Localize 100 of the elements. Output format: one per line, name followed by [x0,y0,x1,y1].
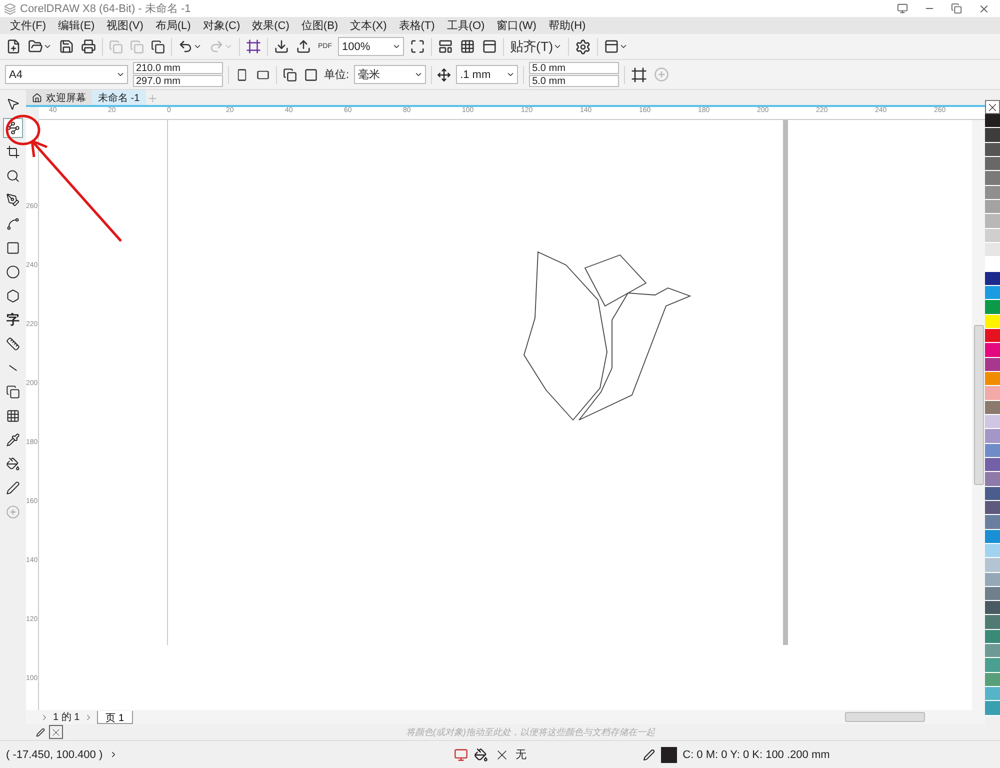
color-swatch[interactable] [985,171,1000,186]
color-swatch[interactable] [985,586,1000,602]
color-swatch[interactable] [985,372,1000,386]
color-swatch[interactable] [985,242,1000,258]
page-size-dropdown[interactable]: A4 [5,65,128,84]
rulers-button[interactable] [437,38,454,55]
menu-item[interactable]: 文件(F) [4,17,52,34]
duplicate-y-field[interactable]: 5.0 mm [529,75,620,87]
color-swatch[interactable] [985,429,1000,444]
color-swatch[interactable] [985,128,1000,143]
color-swatch[interactable] [985,214,1000,229]
zoom-icon [6,169,20,183]
print-button[interactable] [80,38,97,55]
page-icon [304,68,318,82]
open-button[interactable] [27,38,53,55]
color-swatch[interactable] [985,358,1000,372]
color-swatch[interactable] [985,558,1000,572]
color-swatch[interactable] [985,314,1000,329]
no-color-swatch[interactable] [49,725,63,739]
no-color-swatch[interactable] [985,100,1000,114]
width-field[interactable]: 210.0 mm [133,62,223,74]
polygon-icon [6,289,20,303]
menu-item[interactable]: 对象(C) [196,17,246,34]
color-swatch[interactable] [985,615,1000,630]
menu-item[interactable]: 布局(L) [149,17,197,34]
grid-button[interactable] [459,38,476,55]
menu-item[interactable]: 工具(O) [440,17,491,34]
save-button[interactable] [58,38,75,55]
color-swatch[interactable] [985,500,1000,516]
color-swatch[interactable] [985,601,1000,616]
color-swatch[interactable] [985,486,1000,501]
menu-item[interactable]: 帮助(H) [542,17,592,34]
color-swatch[interactable] [985,687,1000,702]
document-tab[interactable]: 未命名 -1 [92,90,146,105]
color-swatch[interactable] [985,458,1000,472]
tool-button[interactable]: 字 [3,310,23,330]
pen-icon [6,481,20,495]
current-page-button[interactable] [303,66,319,82]
color-swatch[interactable] [985,142,1000,157]
nudge-icon [437,68,452,82]
color-swatch[interactable] [985,472,1000,487]
export-button[interactable] [295,38,312,55]
shadow-icon [6,385,20,399]
all-pages-button[interactable] [282,66,298,82]
menu-item[interactable]: 视图(V) [100,17,150,34]
ruler-icon [6,337,20,351]
guidelines-button[interactable] [481,38,498,55]
vertical-scrollbar[interactable] [972,120,985,710]
import-icon [274,39,289,54]
color-swatch[interactable] [985,572,1000,587]
color-swatch[interactable] [985,644,1000,658]
color-swatch[interactable] [985,286,1000,300]
height-field[interactable]: 297.0 mm [133,75,223,87]
color-swatch[interactable] [985,630,1000,644]
outline-color-swatch [660,746,677,762]
color-swatch[interactable] [985,386,1000,401]
color-swatch[interactable] [985,400,1000,415]
color-swatch[interactable] [985,414,1000,430]
color-swatch[interactable] [985,228,1000,243]
menu-item[interactable]: 位图(B) [295,17,344,34]
color-swatch[interactable] [985,515,1000,530]
color-swatch[interactable] [985,257,1000,272]
page-tab[interactable]: 页 1 [96,710,134,724]
units-dropdown[interactable]: 毫米 [354,65,426,84]
color-swatch[interactable] [985,300,1000,315]
add-icon [6,505,20,519]
curve-icon [6,217,20,231]
menu-item[interactable]: 表格(T) [392,17,441,34]
color-swatch[interactable] [985,156,1000,172]
save-icon [59,39,74,54]
import-button[interactable] [273,38,290,55]
new-document-button[interactable] [5,38,22,55]
color-swatch[interactable] [985,544,1000,558]
color-swatch[interactable] [985,200,1000,214]
menu-item[interactable]: 文本(X) [344,17,393,34]
node-icon [6,121,20,135]
zoom-level-dropdown[interactable]: 100% [338,37,404,56]
settings-button[interactable] [574,38,592,56]
nudge-field[interactable]: .1 mm [456,65,518,84]
color-swatch[interactable] [985,701,1000,716]
color-swatch[interactable] [985,658,1000,673]
menu-item[interactable]: 编辑(E) [52,17,101,34]
color-swatch[interactable] [985,530,1000,544]
duplicate-x-field[interactable]: 5.0 mm [529,62,620,74]
color-swatch[interactable] [985,114,1000,128]
full-screen-button[interactable] [409,38,426,55]
color-swatch[interactable] [985,343,1000,358]
pointer-icon [6,97,20,111]
undo-button[interactable] [177,38,203,55]
snap-dropdown[interactable]: 贴齐(T) [509,36,564,56]
color-swatch[interactable] [985,328,1000,344]
monitor-icon [454,748,468,762]
horizontal-scrollbar[interactable] [845,712,925,722]
menu-item[interactable]: 窗口(W) [490,17,542,34]
color-swatch[interactable] [985,272,1000,286]
color-swatch[interactable] [985,444,1000,458]
color-swatch[interactable] [985,672,1000,688]
document-tab[interactable]: 欢迎屏幕 [26,90,92,105]
menu-item[interactable]: 效果(C) [246,17,296,34]
color-swatch[interactable] [985,186,1000,200]
